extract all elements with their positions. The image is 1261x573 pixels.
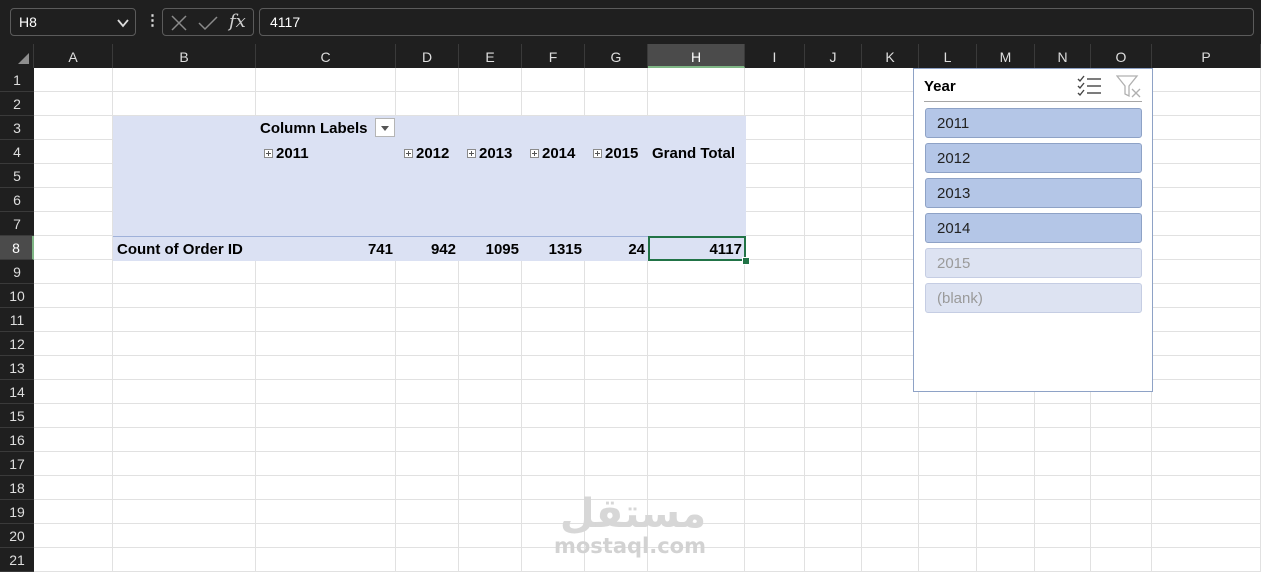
slicer-item[interactable]: (blank) [925,283,1142,313]
chevron-down-icon[interactable] [117,18,129,28]
row-header-12[interactable]: 12 [0,332,34,356]
gridline-horizontal [34,475,1261,476]
slicer-item[interactable]: 2011 [925,108,1142,138]
slicer-header-separator [924,101,1142,102]
slicer-item[interactable]: 2014 [925,213,1142,243]
row-header-4[interactable]: 4 [0,140,34,164]
pivot-year-2012[interactable]: 2012 [404,145,449,162]
row-header-6[interactable]: 6 [0,188,34,212]
row-header-10[interactable]: 10 [0,284,34,308]
gridline-vertical [804,68,805,572]
column-header-i[interactable]: I [745,44,805,68]
column-header-bar: ABCDEFGHIJKLMNOP [34,44,1261,68]
pivot-year-2015[interactable]: 2015 [593,145,638,162]
gridline-vertical [861,68,862,572]
pivot-column-labels: Column Labels [260,120,368,137]
slicer-item[interactable]: 2015 [925,248,1142,278]
row-header-19[interactable]: 19 [0,500,34,524]
row-header-17[interactable]: 17 [0,452,34,476]
row-header-7[interactable]: 7 [0,212,34,236]
expand-icon[interactable] [404,148,413,158]
row-header-2[interactable]: 2 [0,92,34,116]
column-header-d[interactable]: D [396,44,459,68]
row-header-14[interactable]: 14 [0,380,34,404]
row-header-13[interactable]: 13 [0,356,34,380]
pivot-row-label[interactable]: Count of Order ID [117,241,243,258]
column-header-g[interactable]: G [585,44,648,68]
check-icon[interactable] [197,14,219,32]
column-header-m[interactable]: M [977,44,1035,68]
formula-buttons: fx [162,8,254,36]
active-cell-outline [648,236,746,261]
year-slicer[interactable]: Year 2011 2012 2013 2014 2015 (blank) [913,68,1153,392]
pivot-value-2013[interactable]: 1095 [459,241,519,258]
row-header-8[interactable]: 8 [0,236,34,260]
row-header-20[interactable]: 20 [0,524,34,548]
column-header-l[interactable]: L [919,44,977,68]
row-header-9[interactable]: 9 [0,260,34,284]
formula-input[interactable]: 4117 [259,8,1254,36]
column-header-h[interactable]: H [648,44,745,68]
slicer-title: Year [924,78,956,95]
column-labels-filter-dropdown[interactable] [375,118,395,137]
row-header-16[interactable]: 16 [0,428,34,452]
watermark-arabic: مستقل [559,491,707,537]
pivot-value-2012[interactable]: 942 [396,241,456,258]
row-header-bar: 1 2 3 4 5 6 7 8 9 10 11 12 13 14 15 16 17 18 19 20 21 [0,68,34,572]
column-header-a[interactable]: A [34,44,113,68]
column-header-b[interactable]: B [113,44,256,68]
fill-handle[interactable] [742,257,750,265]
row-header-11[interactable]: 11 [0,308,34,332]
expand-icon[interactable] [264,148,273,158]
pivot-year-2014[interactable]: 2014 [530,145,575,162]
watermark-latin: mostaql.com [554,534,706,558]
column-header-p[interactable]: P [1152,44,1261,68]
column-header-c[interactable]: C [256,44,396,68]
column-header-n[interactable]: N [1035,44,1091,68]
watermark: مستقل mostaql.com [553,490,713,562]
expand-icon[interactable] [530,148,539,158]
name-box[interactable]: H8 [10,8,136,36]
row-header-18[interactable]: 18 [0,476,34,500]
pivot-header-area [113,116,746,236]
pivot-grand-total-header: Grand Total [652,145,736,162]
row-header-5[interactable]: 5 [0,164,34,188]
select-all-corner[interactable] [0,44,34,68]
column-header-k[interactable]: K [862,44,919,68]
pivot-year-2011[interactable]: 2011 [264,145,309,162]
gridline-horizontal [34,403,1261,404]
column-header-e[interactable]: E [459,44,522,68]
pivot-value-2014[interactable]: 1315 [522,241,582,258]
gridline-horizontal [34,451,1261,452]
pivot-value-2015[interactable]: 24 [585,241,645,258]
pivot-value-2011[interactable]: 741 [256,241,393,258]
formula-bar: H8 ⋮ fx 4117 [0,0,1261,44]
x-icon[interactable] [170,14,188,32]
multi-select-icon[interactable] [1077,75,1103,97]
expand-icon[interactable] [593,148,602,158]
column-header-o[interactable]: O [1091,44,1152,68]
formula-value: 4117 [270,14,301,30]
column-header-f[interactable]: F [522,44,585,68]
column-header-j[interactable]: J [805,44,862,68]
slicer-item[interactable]: 2013 [925,178,1142,208]
name-box-value: H8 [19,14,37,30]
dots-icon[interactable]: ⋮ [145,11,160,29]
gridline-horizontal [34,427,1261,428]
slicer-item[interactable]: 2012 [925,143,1142,173]
row-header-3[interactable]: 3 [0,116,34,140]
row-header-21[interactable]: 21 [0,548,34,572]
clear-filter-icon[interactable] [1116,75,1142,99]
fx-icon[interactable]: fx [229,11,246,32]
pivot-year-2013[interactable]: 2013 [467,145,512,162]
row-header-1[interactable]: 1 [0,68,34,92]
row-header-15[interactable]: 15 [0,404,34,428]
expand-icon[interactable] [467,148,476,158]
